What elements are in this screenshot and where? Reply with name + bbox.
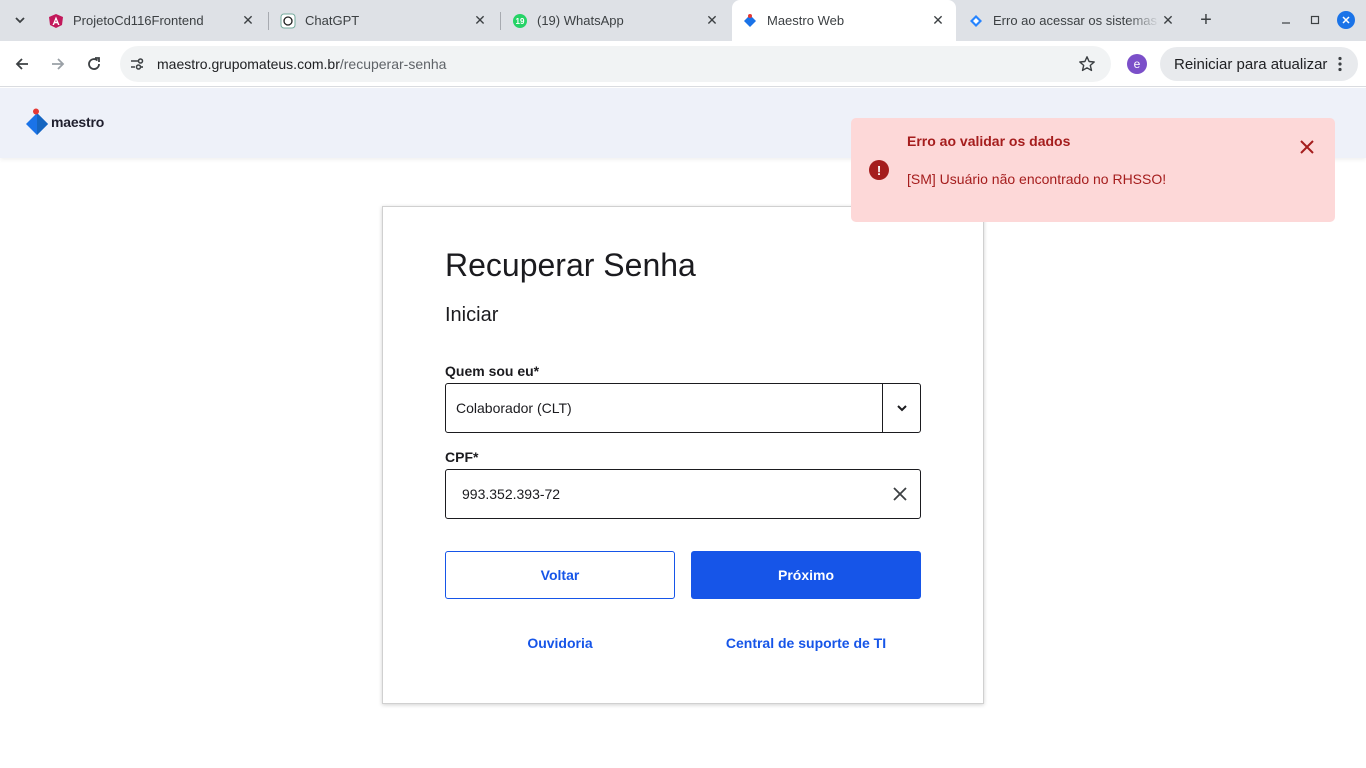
tab-projeto[interactable]: ProjetoCd116Frontend ✕ [38, 6, 266, 35]
tab-title: Maestro Web [767, 13, 845, 28]
site-settings-icon[interactable] [128, 55, 146, 73]
step-title: Iniciar [445, 304, 499, 326]
tab-search-button[interactable] [8, 8, 32, 32]
restart-to-update-button[interactable]: Reiniciar para atualizar [1160, 47, 1358, 81]
error-icon: ! [869, 160, 889, 180]
toast-title: Erro ao validar os dados [907, 133, 1071, 149]
ombudsman-link[interactable]: Ouvidoria [445, 635, 675, 651]
tab-title: ChatGPT [305, 13, 360, 28]
jira-icon [968, 13, 984, 29]
bookmark-star-icon[interactable] [1077, 54, 1097, 74]
tab-whatsapp[interactable]: 19 (19) WhatsApp ✕ [502, 6, 730, 35]
maestro-logo-icon [26, 108, 48, 135]
browser-tab-strip: ProjetoCd116Frontend ✕ ChatGPT ✕ 19 (19)… [0, 0, 1366, 41]
tab-title: ProjetoCd116Frontend [73, 13, 204, 28]
url-text: maestro.grupomateus.com.br/recuperar-sen… [157, 56, 446, 72]
clear-icon[interactable] [890, 484, 910, 504]
role-select-value: Colaborador (CLT) [456, 400, 572, 416]
tab-title: (19) WhatsApp [537, 13, 624, 28]
window-close-icon[interactable] [1337, 11, 1355, 29]
angular-icon [48, 13, 64, 29]
maestro-logo[interactable]: maestro [25, 108, 104, 136]
close-icon[interactable]: ✕ [240, 12, 256, 29]
profile-avatar[interactable]: e [1127, 54, 1147, 74]
restart-to-update-label: Reiniciar para atualizar [1174, 55, 1328, 73]
cpf-input[interactable] [445, 469, 921, 519]
close-icon[interactable]: ✕ [704, 12, 720, 29]
cpf-input-field[interactable] [462, 486, 862, 502]
role-label: Quem sou eu* [445, 363, 540, 379]
tab-separator [500, 12, 501, 30]
role-select[interactable]: Colaborador (CLT) [445, 383, 921, 433]
back-arrow-icon[interactable] [10, 52, 34, 76]
page-title: Recuperar Senha [445, 247, 696, 283]
url-host: maestro.grupomateus.com.br [157, 56, 340, 72]
svg-text:19: 19 [516, 17, 525, 26]
close-icon[interactable]: ✕ [1160, 12, 1176, 29]
chatgpt-icon [280, 13, 296, 29]
tab-separator [268, 12, 269, 30]
back-button[interactable]: Voltar [445, 551, 675, 599]
chevron-down-icon[interactable] [882, 384, 920, 432]
address-bar[interactable]: maestro.grupomateus.com.br/recuperar-sen… [120, 46, 1111, 82]
next-button[interactable]: Próximo [691, 551, 921, 599]
forward-arrow-icon[interactable] [46, 52, 70, 76]
tab-title: Erro ao acessar os sistemas [993, 13, 1158, 28]
more-vertical-icon[interactable] [1332, 56, 1348, 72]
maestro-icon [742, 13, 758, 29]
close-icon[interactable]: ✕ [472, 12, 488, 29]
close-icon[interactable]: ✕ [930, 12, 946, 29]
tab-chatgpt[interactable]: ChatGPT ✕ [270, 6, 498, 35]
browser-toolbar: maestro.grupomateus.com.br/recuperar-sen… [0, 41, 1366, 87]
chevron-down-icon [15, 17, 25, 24]
password-recovery-card: Recuperar Senha Iniciar Quem sou eu* Col… [382, 206, 984, 704]
logo-text: maestro [51, 114, 105, 130]
it-support-link[interactable]: Central de suporte de TI [691, 635, 921, 651]
cpf-label: CPF* [445, 449, 479, 465]
maximize-icon[interactable] [1307, 12, 1323, 28]
tab-erro-acesso[interactable]: Erro ao acessar os sistemas ✕ [958, 6, 1186, 35]
reload-icon[interactable] [82, 52, 106, 76]
error-toast: ! Erro ao validar os dados [SM] Usuário … [851, 118, 1335, 222]
tab-maestro-web[interactable]: Maestro Web ✕ [732, 0, 956, 41]
new-tab-button[interactable]: + [1195, 9, 1217, 31]
whatsapp-icon: 19 [512, 13, 528, 29]
url-path: /recuperar-senha [339, 56, 447, 72]
minimize-icon[interactable] [1278, 12, 1294, 28]
toast-message: [SM] Usuário não encontrado no RHSSO! [907, 171, 1167, 187]
close-icon[interactable] [1297, 137, 1317, 157]
